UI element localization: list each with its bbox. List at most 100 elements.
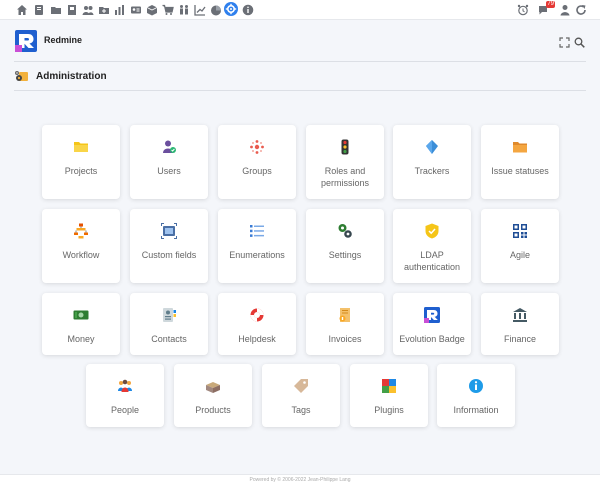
workflow-icon [73,223,89,239]
journal-icon[interactable] [32,3,45,16]
contacts-card-icon[interactable] [129,3,142,16]
list-icon [249,223,265,239]
tile-custom-fields[interactable]: Custom fields [130,209,208,283]
user-check-icon [161,139,177,155]
tile-evolution-badge[interactable]: Evolution Badge [393,293,471,355]
tile-ldap-authentication[interactable]: LDAP authentication [393,209,471,283]
app-header: Redmine [0,21,600,63]
badge-logo-icon [424,307,440,323]
chart-up-icon[interactable] [193,3,206,16]
page-title-area: Administration [14,68,107,84]
tile-label: Users [157,166,181,176]
book-icon[interactable] [65,3,78,16]
top-toolbar: 79 [0,0,600,20]
folder-icon [73,139,89,155]
gear-icon[interactable] [224,2,238,16]
tile-people[interactable]: People [86,364,164,427]
tile-label: Evolution Badge [399,334,465,344]
user-icon[interactable] [558,3,571,16]
folder-icon[interactable] [49,3,62,16]
cart-icon[interactable] [161,3,174,16]
box-icon[interactable] [145,3,158,16]
finance-icon [512,307,528,323]
tile-settings[interactable]: Settings [306,209,384,283]
admin-gears-icon [14,70,29,83]
groups-icon [249,139,265,155]
redmine-logo[interactable] [15,30,37,52]
alarm-clock-icon[interactable] [516,3,529,16]
tile-tags[interactable]: Tags [262,364,340,427]
tile-label: Groups [242,166,272,176]
tile-roles-and-permissions[interactable]: Roles and permissions [306,125,384,199]
tile-label: Agile [509,250,530,260]
tag-icon [293,378,309,394]
page-title: Administration [36,70,107,82]
invoice-icon [337,307,353,323]
tile-label: Contacts [151,334,187,344]
tracker-icon [424,139,440,155]
lifebuoy-icon [249,307,265,323]
users-group-icon[interactable] [81,3,94,16]
home-icon[interactable] [15,3,28,16]
tile-label: Settings [328,250,362,260]
tile-label: Enumerations [229,250,285,260]
tile-label: Projects [64,166,98,176]
tile-money[interactable]: Money [42,293,120,355]
tile-label: Tags [291,405,311,415]
shield-icon [424,223,440,239]
tile-label: Money [67,334,95,344]
footer: Powered by © 2006-2022 Jean-Philippe Lan… [0,474,600,485]
pie-chart-icon[interactable] [209,3,222,16]
plugin-icon [381,378,397,394]
info-icon[interactable] [241,3,254,16]
chart-icon[interactable] [113,3,126,16]
tile-contacts[interactable]: Contacts [130,293,208,355]
custom-fields-icon [161,223,177,239]
tile-issue-statuses[interactable]: Issue statuses [481,125,559,199]
tile-invoices[interactable]: Invoices [306,293,384,355]
refresh-icon[interactable] [574,3,587,16]
tile-label: Information [453,405,499,415]
tile-helpdesk[interactable]: Helpdesk [218,293,296,355]
qr-icon [512,223,528,239]
tile-label: Workflow [62,250,100,260]
tile-label: People [110,405,140,415]
title-divider [14,90,586,91]
folder-status-icon [512,139,528,155]
search-icon[interactable] [574,35,585,48]
tile-information[interactable]: Information [437,364,515,427]
tile-label: Roles and permissions [320,166,369,188]
footer-text: Powered by © 2006-2022 Jean-Philippe Lan… [249,477,351,483]
header-divider [14,61,586,62]
tile-agile[interactable]: Agile [481,209,559,283]
tile-trackers[interactable]: Trackers [393,125,471,199]
notification-count-badge: 79 [546,1,555,8]
tile-label: LDAP authentication [403,250,461,272]
tile-label: Custom fields [141,250,197,260]
fullscreen-icon[interactable] [559,35,570,48]
people-icon [117,378,133,394]
tile-plugins[interactable]: Plugins [350,364,428,427]
folder-add-icon[interactable] [97,3,110,16]
people-icon[interactable] [177,3,190,16]
settings-gears-icon [337,223,353,239]
tile-products[interactable]: Products [174,364,252,427]
tile-label: Helpdesk [238,334,276,344]
contacts-icon [161,307,177,323]
tile-label: Invoices [328,334,362,344]
money-icon [73,307,89,323]
info-icon [468,378,484,394]
traffic-light-icon [337,139,353,155]
tile-users[interactable]: Users [130,125,208,199]
notifications-icon[interactable]: 79 [537,1,555,16]
products-icon [205,378,221,394]
tile-projects[interactable]: Projects [42,125,120,199]
tile-workflow[interactable]: Workflow [42,209,120,283]
tile-enumerations[interactable]: Enumerations [218,209,296,283]
tile-label: Trackers [414,166,450,176]
tile-label: Finance [503,334,537,344]
tile-finance[interactable]: Finance [481,293,559,355]
tile-label: Products [195,405,231,415]
tile-groups[interactable]: Groups [218,125,296,199]
app-name[interactable]: Redmine [44,35,82,45]
